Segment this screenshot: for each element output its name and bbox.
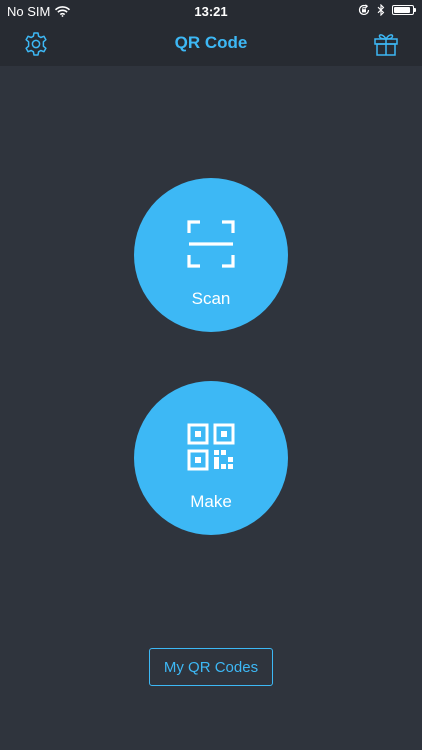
scan-label: Scan: [191, 289, 231, 308]
gift-button[interactable]: [372, 30, 400, 58]
orientation-lock-icon: [358, 4, 370, 16]
make-label: Make: [190, 492, 232, 511]
my-qr-codes-button[interactable]: My QR Codes: [149, 648, 273, 686]
gift-icon: [374, 34, 398, 56]
bluetooth-icon: [377, 4, 385, 16]
status-right: [358, 4, 416, 16]
battery-level: [394, 7, 411, 13]
scan-frame-icon: [187, 220, 235, 268]
page-title: QR Code: [174, 33, 248, 52]
scan-button[interactable]: Scan: [134, 178, 288, 332]
make-button[interactable]: Make: [134, 381, 288, 535]
nav-bar: QR Code: [0, 22, 422, 66]
battery-icon: [392, 5, 416, 15]
qr-code-icon: [187, 423, 235, 471]
status-bar: No SIM 13:21: [0, 0, 422, 22]
